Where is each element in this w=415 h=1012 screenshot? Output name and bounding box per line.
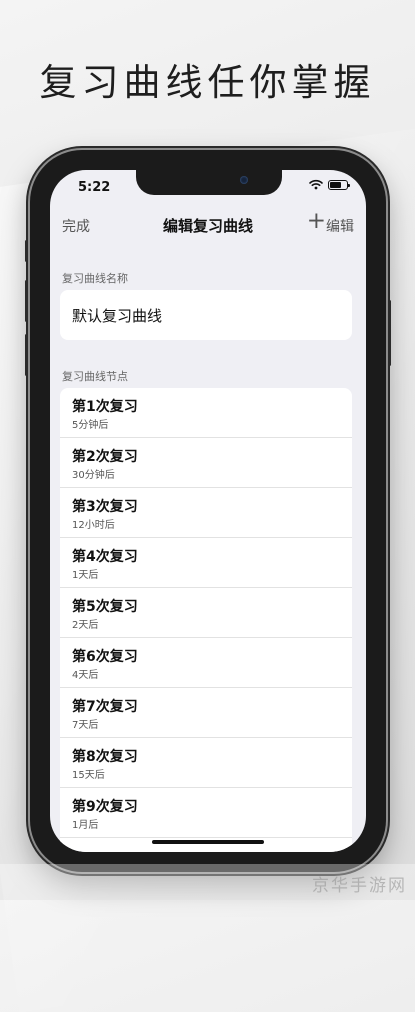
review-node-interval: 7天后 [72,720,99,731]
review-node-row[interactable]: 第2次复习 30分钟后 [60,438,352,488]
promo-headline: 复习曲线任你掌握 [39,61,376,104]
review-node-title: 第6次复习 [72,649,138,665]
review-node-row[interactable]: 第3次复习 12小时后 [60,488,352,538]
curve-name-value: 默认复习曲线 [72,307,163,325]
edit-button[interactable]: 编辑 [326,216,354,236]
curve-nodes-list: 第1次复习 5分钟后第2次复习 30分钟后第3次复习 12小时后第4次复习 1天后第5次… [60,388,352,852]
review-node-title: 第5次复习 [72,599,138,615]
review-node-row[interactable]: 第6次复习 4天后 [60,638,352,688]
review-node-interval: 1天后 [72,570,99,581]
review-node-interval: 2天后 [72,620,99,631]
review-node-title: 第1次复习 [72,399,138,415]
review-node-row[interactable]: 第9次复习 1月后 [60,788,352,838]
review-node-row[interactable]: 第1次复习 5分钟后 [60,388,352,438]
mute-switch [25,240,28,262]
review-node-title: 第7次复习 [72,699,138,715]
volume-down-button [25,334,28,376]
app-screen: 5:22 完成 编辑复习曲线 + 编辑 复习曲线名称 默认复习曲线 复习曲线节点… [50,170,366,852]
curve-name-section-label: 复习曲线名称 [62,272,128,285]
review-node-title: 第3次复习 [72,499,138,515]
battery-level [330,181,341,188]
review-node-row[interactable]: 第4次复习 1天后 [60,538,352,588]
review-node-row[interactable]: 第8次复习 15天后 [60,738,352,788]
add-icon[interactable]: + [307,208,326,234]
review-node-interval: 4天后 [72,670,99,681]
notch [136,170,282,195]
review-node-interval: 30分钟后 [72,470,115,481]
navigation-bar: 完成 编辑复习曲线 + 编辑 [50,208,366,240]
review-node-interval: 15天后 [72,770,105,781]
review-node-title: 第8次复习 [72,749,138,765]
review-node-interval: 1月后 [72,820,99,831]
status-time: 5:22 [78,180,111,195]
status-icons [309,179,350,190]
wifi-icon [309,179,323,190]
review-node-interval: 12小时后 [72,520,115,531]
curve-name-field[interactable]: 默认复习曲线 [60,290,352,340]
review-node-row[interactable]: 第7次复习 7天后 [60,688,352,738]
battery-icon [328,179,350,190]
review-node-title: 第2次复习 [72,449,138,465]
review-node-title: 第9次复习 [72,799,138,815]
curve-nodes-section-label: 复习曲线节点 [62,370,128,383]
review-node-interval: 5分钟后 [72,420,109,431]
phone-frame: 5:22 完成 编辑复习曲线 + 编辑 复习曲线名称 默认复习曲线 复习曲线节点… [25,150,391,872]
review-node-title: 第4次复习 [72,549,138,565]
volume-up-button [25,280,28,322]
review-node-row[interactable]: 第5次复习 2天后 [60,588,352,638]
watermark: 京华手游网 [312,876,407,896]
home-indicator[interactable] [152,840,264,844]
front-camera [240,176,248,184]
power-button [388,300,391,366]
